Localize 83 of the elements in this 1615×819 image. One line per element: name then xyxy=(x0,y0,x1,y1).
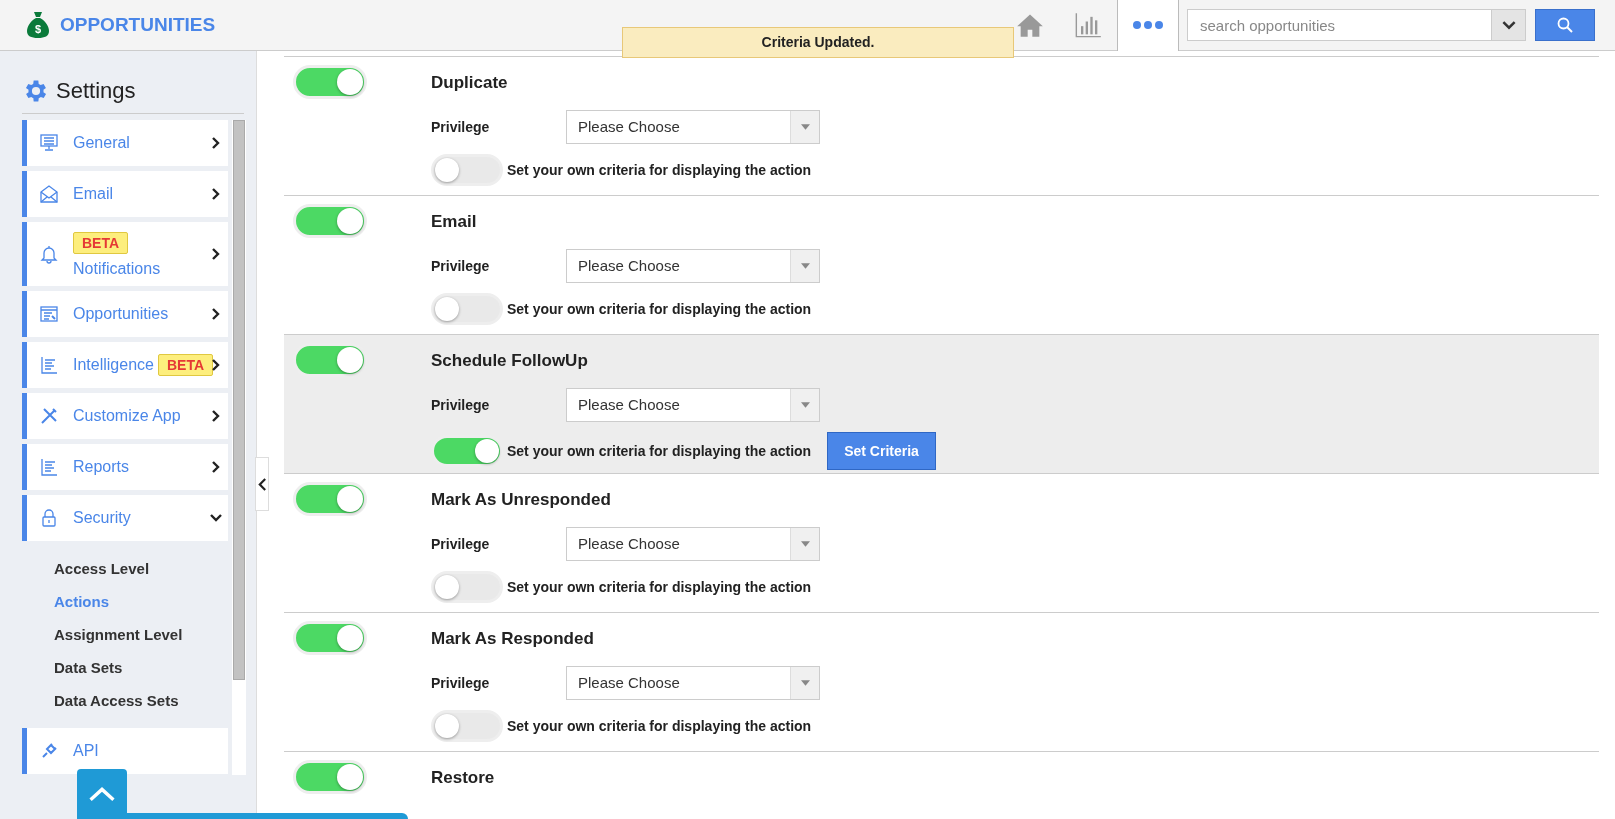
lines-icon xyxy=(39,355,59,375)
more-icon xyxy=(1133,20,1163,30)
criteria-label: Set your own criteria for displaying the action xyxy=(507,718,812,734)
privilege-dropdown[interactable]: Please Choose xyxy=(566,110,820,144)
sidebar-item[interactable]: API xyxy=(22,728,228,774)
beta-badge: BETA xyxy=(73,232,129,254)
sidebar-item[interactable]: Email xyxy=(22,171,228,217)
more-button[interactable] xyxy=(1117,0,1179,51)
bar-chart-icon xyxy=(1074,11,1102,39)
criteria-toggle[interactable] xyxy=(431,154,503,186)
dropdown-arrow-icon xyxy=(800,263,810,269)
criteria-toggle[interactable] xyxy=(431,571,503,603)
privilege-label: Privilege xyxy=(431,397,491,413)
sidebar-item-label: Intelligence xyxy=(73,356,154,374)
privilege-label: Privilege xyxy=(431,258,491,274)
privilege-label: Privilege xyxy=(431,119,491,135)
scrollbar-thumb[interactable] xyxy=(233,120,245,680)
submenu-link[interactable]: Actions xyxy=(54,585,228,618)
privilege-dropdown[interactable]: Please Choose xyxy=(566,666,820,700)
monitor-icon xyxy=(39,133,59,153)
scroll-top-button[interactable] xyxy=(77,769,127,819)
submenu-link[interactable]: Data Access Sets xyxy=(54,684,228,717)
criteria-label: Set your own criteria for displaying the action xyxy=(507,579,812,595)
sidebar-item-label: Email xyxy=(73,185,113,203)
submenu-link[interactable]: Access Level xyxy=(54,552,228,585)
sidebar-item[interactable]: Reports xyxy=(22,444,228,490)
sidebar-item-label: Security xyxy=(73,509,131,527)
toast-message: Criteria Updated. xyxy=(622,27,1014,58)
sidebar-item[interactable]: Customize App xyxy=(22,393,228,439)
submenu-link[interactable]: Data Sets xyxy=(54,651,228,684)
privilege-label: Privilege xyxy=(431,536,491,552)
sidebar-item[interactable]: BETA Notifications xyxy=(22,222,228,286)
sidebar-item-label: Notifications xyxy=(73,260,162,278)
criteria-toggle[interactable] xyxy=(431,710,503,742)
criteria-label: Set your own criteria for displaying the action xyxy=(507,301,812,317)
beta-badge: BETA xyxy=(157,354,214,376)
collapse-sidebar-button[interactable] xyxy=(255,457,269,511)
criteria-label: Set your own criteria for displaying the action xyxy=(507,443,812,459)
envelope-icon xyxy=(39,184,59,204)
dropdown-arrow-icon xyxy=(800,124,810,130)
settings-title: Settings xyxy=(56,78,136,104)
lock-icon xyxy=(39,508,59,528)
sidebar-item-label: API xyxy=(73,742,99,760)
search-icon xyxy=(1557,17,1573,33)
criteria-toggle[interactable] xyxy=(431,293,503,325)
dropdown-arrow-icon xyxy=(800,541,810,547)
action-toggle[interactable] xyxy=(293,760,367,794)
privilege-label: Privilege xyxy=(431,675,491,691)
action-name: Restore xyxy=(431,768,496,788)
criteria-label: Set your own criteria for displaying the action xyxy=(507,162,812,178)
window-icon xyxy=(39,304,59,324)
action-name: Mark As Unresponded xyxy=(431,490,612,510)
action-toggle[interactable] xyxy=(293,204,367,238)
dropdown-arrow-icon xyxy=(800,680,810,686)
app-title: OPPORTUNITIES xyxy=(60,14,216,36)
sidebar-item-label: General xyxy=(73,134,130,152)
sidebar-item[interactable]: Security xyxy=(22,495,228,541)
dropdown-arrow-icon xyxy=(800,402,810,408)
action-name: Schedule FollowUp xyxy=(431,351,589,371)
privilege-dropdown[interactable]: Please Choose xyxy=(566,527,820,561)
action-toggle[interactable] xyxy=(293,65,367,99)
sidebar-item[interactable]: Opportunities xyxy=(22,291,228,337)
sidebar-item-label: Reports xyxy=(73,458,130,476)
chevron-up-icon xyxy=(88,786,116,802)
tools-icon xyxy=(39,406,59,426)
action-toggle[interactable] xyxy=(293,482,367,516)
action-name: Mark As Responded xyxy=(431,629,595,649)
set-criteria-button[interactable]: Set Criteria xyxy=(827,432,936,470)
privilege-dropdown[interactable]: Please Choose xyxy=(566,388,820,422)
money-bag-icon: $ xyxy=(26,11,50,39)
sidebar-item-label: Opportunities xyxy=(73,305,169,323)
sidebar-item[interactable]: Intelligence BETA xyxy=(22,342,228,388)
search-button[interactable] xyxy=(1535,9,1595,41)
privilege-dropdown[interactable]: Please Choose xyxy=(566,249,820,283)
action-name: Email xyxy=(431,212,478,232)
sidebar-item[interactable]: General xyxy=(22,120,228,166)
bell-icon xyxy=(39,244,59,264)
action-name: Duplicate xyxy=(431,73,509,93)
action-toggle[interactable] xyxy=(293,621,367,655)
lines-icon xyxy=(39,457,59,477)
chevron-left-icon xyxy=(257,477,267,491)
sidebar-item-label: Customize App xyxy=(73,407,181,425)
submenu-link[interactable]: Assignment Level xyxy=(54,618,228,651)
